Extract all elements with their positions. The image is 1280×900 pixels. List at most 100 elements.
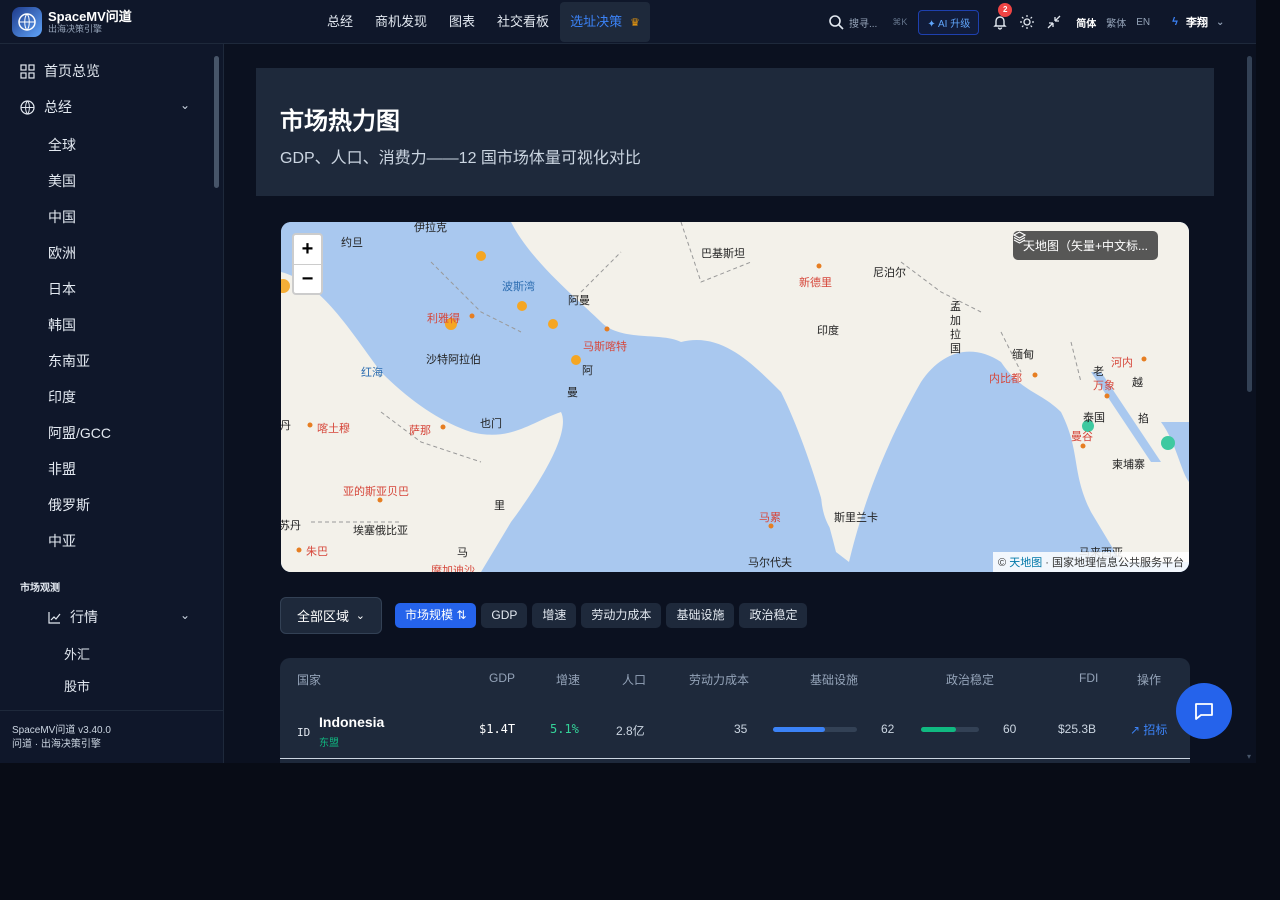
column-header-growth[interactable]: 增速 — [556, 671, 580, 688]
map-label: 缅甸 — [1012, 349, 1034, 361]
sidebar-item-macro-label: 总经 — [44, 99, 72, 115]
sort-chip-growth[interactable]: 增速 — [532, 603, 577, 628]
column-header-country[interactable]: 国家 — [297, 671, 321, 688]
nav-opportunity[interactable]: 商机发现 — [364, 2, 438, 42]
column-header-political-stability[interactable]: 政治稳定 — [946, 671, 994, 688]
map-label: 阿 — [582, 365, 593, 377]
map-label: 也门 — [480, 418, 502, 430]
sidebar-region-gcc[interactable]: 阿盟/GCC — [48, 423, 111, 443]
globe-icon — [20, 99, 35, 115]
zoom-out-button[interactable]: − — [294, 264, 321, 293]
search-label: 搜寻... — [849, 18, 878, 30]
column-header-labor-cost[interactable]: 劳动力成本 — [689, 671, 749, 688]
map-label: 苏丹 — [281, 520, 301, 532]
sidebar-region-global[interactable]: 全球 — [48, 135, 76, 155]
nav-social[interactable]: 社交看板 — [486, 2, 560, 42]
sidebar-region-central-asia[interactable]: 中亚 — [48, 531, 76, 551]
layer-label: 天地图（矢量+中文标... — [1023, 239, 1149, 253]
notifications-button[interactable]: 2 — [992, 3, 1013, 30]
sidebar-item-stocks[interactable]: 股市 — [64, 676, 90, 695]
layers-icon — [1013, 231, 1026, 244]
sidebar-item-market-label: 行情 — [70, 609, 98, 625]
zoom-in-button[interactable]: + — [294, 235, 321, 264]
sidebar-item-forex[interactable]: 外汇 — [64, 644, 90, 663]
search-trigger[interactable]: 搜寻... ⌘K — [828, 14, 907, 30]
sort-chip-labor-cost[interactable]: 劳动力成本 — [581, 603, 662, 628]
sort-chip-infrastructure[interactable]: 基础设施 — [666, 603, 735, 628]
region-select[interactable]: 全部区域 ⌄ — [280, 597, 382, 634]
sidebar-item-home[interactable]: 首页总览 — [20, 61, 100, 81]
map-label: 沙特阿拉伯 — [426, 354, 481, 366]
sidebar-region-russia[interactable]: 俄罗斯 — [48, 495, 90, 515]
sidebar-region-sea[interactable]: 东南亚 — [48, 351, 90, 371]
map-label: 埃塞俄比亚 — [353, 525, 408, 537]
sort-chip-market-size[interactable]: 市场规模 ⇅ — [395, 603, 477, 628]
stability-value: 60 — [1003, 722, 1017, 736]
collapse-button[interactable] — [1046, 14, 1062, 30]
chevron-down-icon[interactable]: ⌄ — [180, 608, 190, 622]
column-header-actions: 操作 — [1137, 673, 1162, 687]
map-label: 斯里兰卡 — [834, 512, 878, 524]
ai-upgrade-button[interactable]: ✦ AI 升级 — [918, 9, 980, 35]
nav-macro[interactable]: 总经 — [316, 2, 364, 42]
population-value: 2.8亿 — [616, 724, 645, 738]
brand-logo[interactable]: SpaceMV问道 出海决策引擎 — [12, 7, 132, 37]
map-label-city: 利雅得 — [427, 313, 460, 325]
page-scrollbar[interactable] — [1247, 56, 1252, 392]
map-label-city: 萨那 — [409, 425, 431, 437]
country-name: Indonesia — [319, 714, 385, 730]
column-header-gdp[interactable]: GDP — [489, 671, 515, 685]
market-map[interactable]: 伊拉克 约旦 巴基斯坦 新德里 尼泊尔 波斯湾 阿曼 利雅得 马斯喀特 沙特阿拉… — [281, 222, 1189, 572]
map-label-sea: 波斯湾 — [502, 281, 535, 293]
map-label: 伊拉克 — [414, 222, 447, 234]
sidebar-region-china[interactable]: 中国 — [48, 207, 76, 227]
chat-icon — [1195, 703, 1213, 720]
infrastructure-bar-fill — [773, 727, 826, 732]
brand-name: SpaceMV问道 — [48, 9, 132, 24]
layer-switch-button[interactable]: 天地图（矢量+中文标... — [1013, 231, 1159, 260]
sidebar-region-europe[interactable]: 欧洲 — [48, 243, 76, 263]
lang-traditional[interactable]: 繁体 — [1106, 15, 1126, 30]
row-divider — [280, 758, 1190, 759]
sort-chip-gdp[interactable]: GDP — [481, 603, 528, 628]
map-label-city: 马累 — [759, 512, 781, 524]
user-menu[interactable]: ϟ 李翔 ⌄ — [1172, 14, 1224, 30]
map-basemap[interactable] — [281, 222, 1189, 572]
version-subtext: 问道 · 出海决策引擎 — [12, 739, 101, 750]
theme-toggle[interactable] — [1019, 14, 1035, 30]
column-header-infrastructure[interactable]: 基础设施 — [810, 671, 858, 688]
sidebar: 首页总览 总经 ⌄ 全球 美国 中国 欧洲 日本 韩国 东南亚 印度 阿盟/GC… — [0, 44, 224, 763]
map-label: 印度 — [817, 325, 839, 337]
sort-chip-political-stability[interactable]: 政治稳定 — [739, 603, 808, 628]
sidebar-scrollbar[interactable] — [214, 56, 219, 188]
column-header-fdi[interactable]: FDI — [1079, 671, 1098, 685]
lang-simplified[interactable]: 简体 — [1076, 15, 1096, 30]
version-text: SpaceMV问道 v3.40.0 — [12, 725, 111, 736]
sidebar-item-market[interactable]: 行情 — [48, 607, 98, 627]
scroll-down-arrow-icon[interactable]: ▾ — [1247, 752, 1251, 761]
stability-bar — [921, 727, 979, 732]
lang-english[interactable]: EN — [1136, 17, 1150, 28]
map-label: 掐 — [1138, 413, 1149, 425]
nav-site-selection[interactable]: 选址决策 ♛ — [560, 2, 650, 42]
sidebar-item-macro[interactable]: 总经 — [20, 97, 72, 117]
nav-charts[interactable]: 图表 — [438, 2, 486, 42]
infrastructure-bar — [773, 727, 857, 732]
fdi-value: $25.3B — [1058, 722, 1097, 736]
column-header-population[interactable]: 人口 — [622, 671, 646, 688]
chevron-down-icon[interactable]: ⌄ — [180, 98, 190, 112]
map-label: 孟加拉国 — [950, 301, 961, 355]
sidebar-group-market: 市场观测 — [20, 583, 60, 594]
map-label: 约旦 — [341, 237, 363, 249]
sidebar-region-japan[interactable]: 日本 — [48, 279, 76, 299]
sidebar-region-au[interactable]: 非盟 — [48, 459, 76, 479]
map-label: 阿曼 — [568, 295, 590, 307]
map-label: 泰国 — [1083, 412, 1105, 424]
sidebar-region-korea[interactable]: 韩国 — [48, 315, 76, 335]
chat-button[interactable] — [1176, 683, 1232, 739]
attribution-link[interactable]: 天地图 — [1009, 557, 1042, 569]
sidebar-region-india[interactable]: 印度 — [48, 387, 76, 407]
tender-link[interactable]: ↗ 招标 — [1130, 721, 1167, 738]
map-label-sea: 红海 — [361, 367, 383, 379]
sidebar-region-us[interactable]: 美国 — [48, 171, 76, 191]
